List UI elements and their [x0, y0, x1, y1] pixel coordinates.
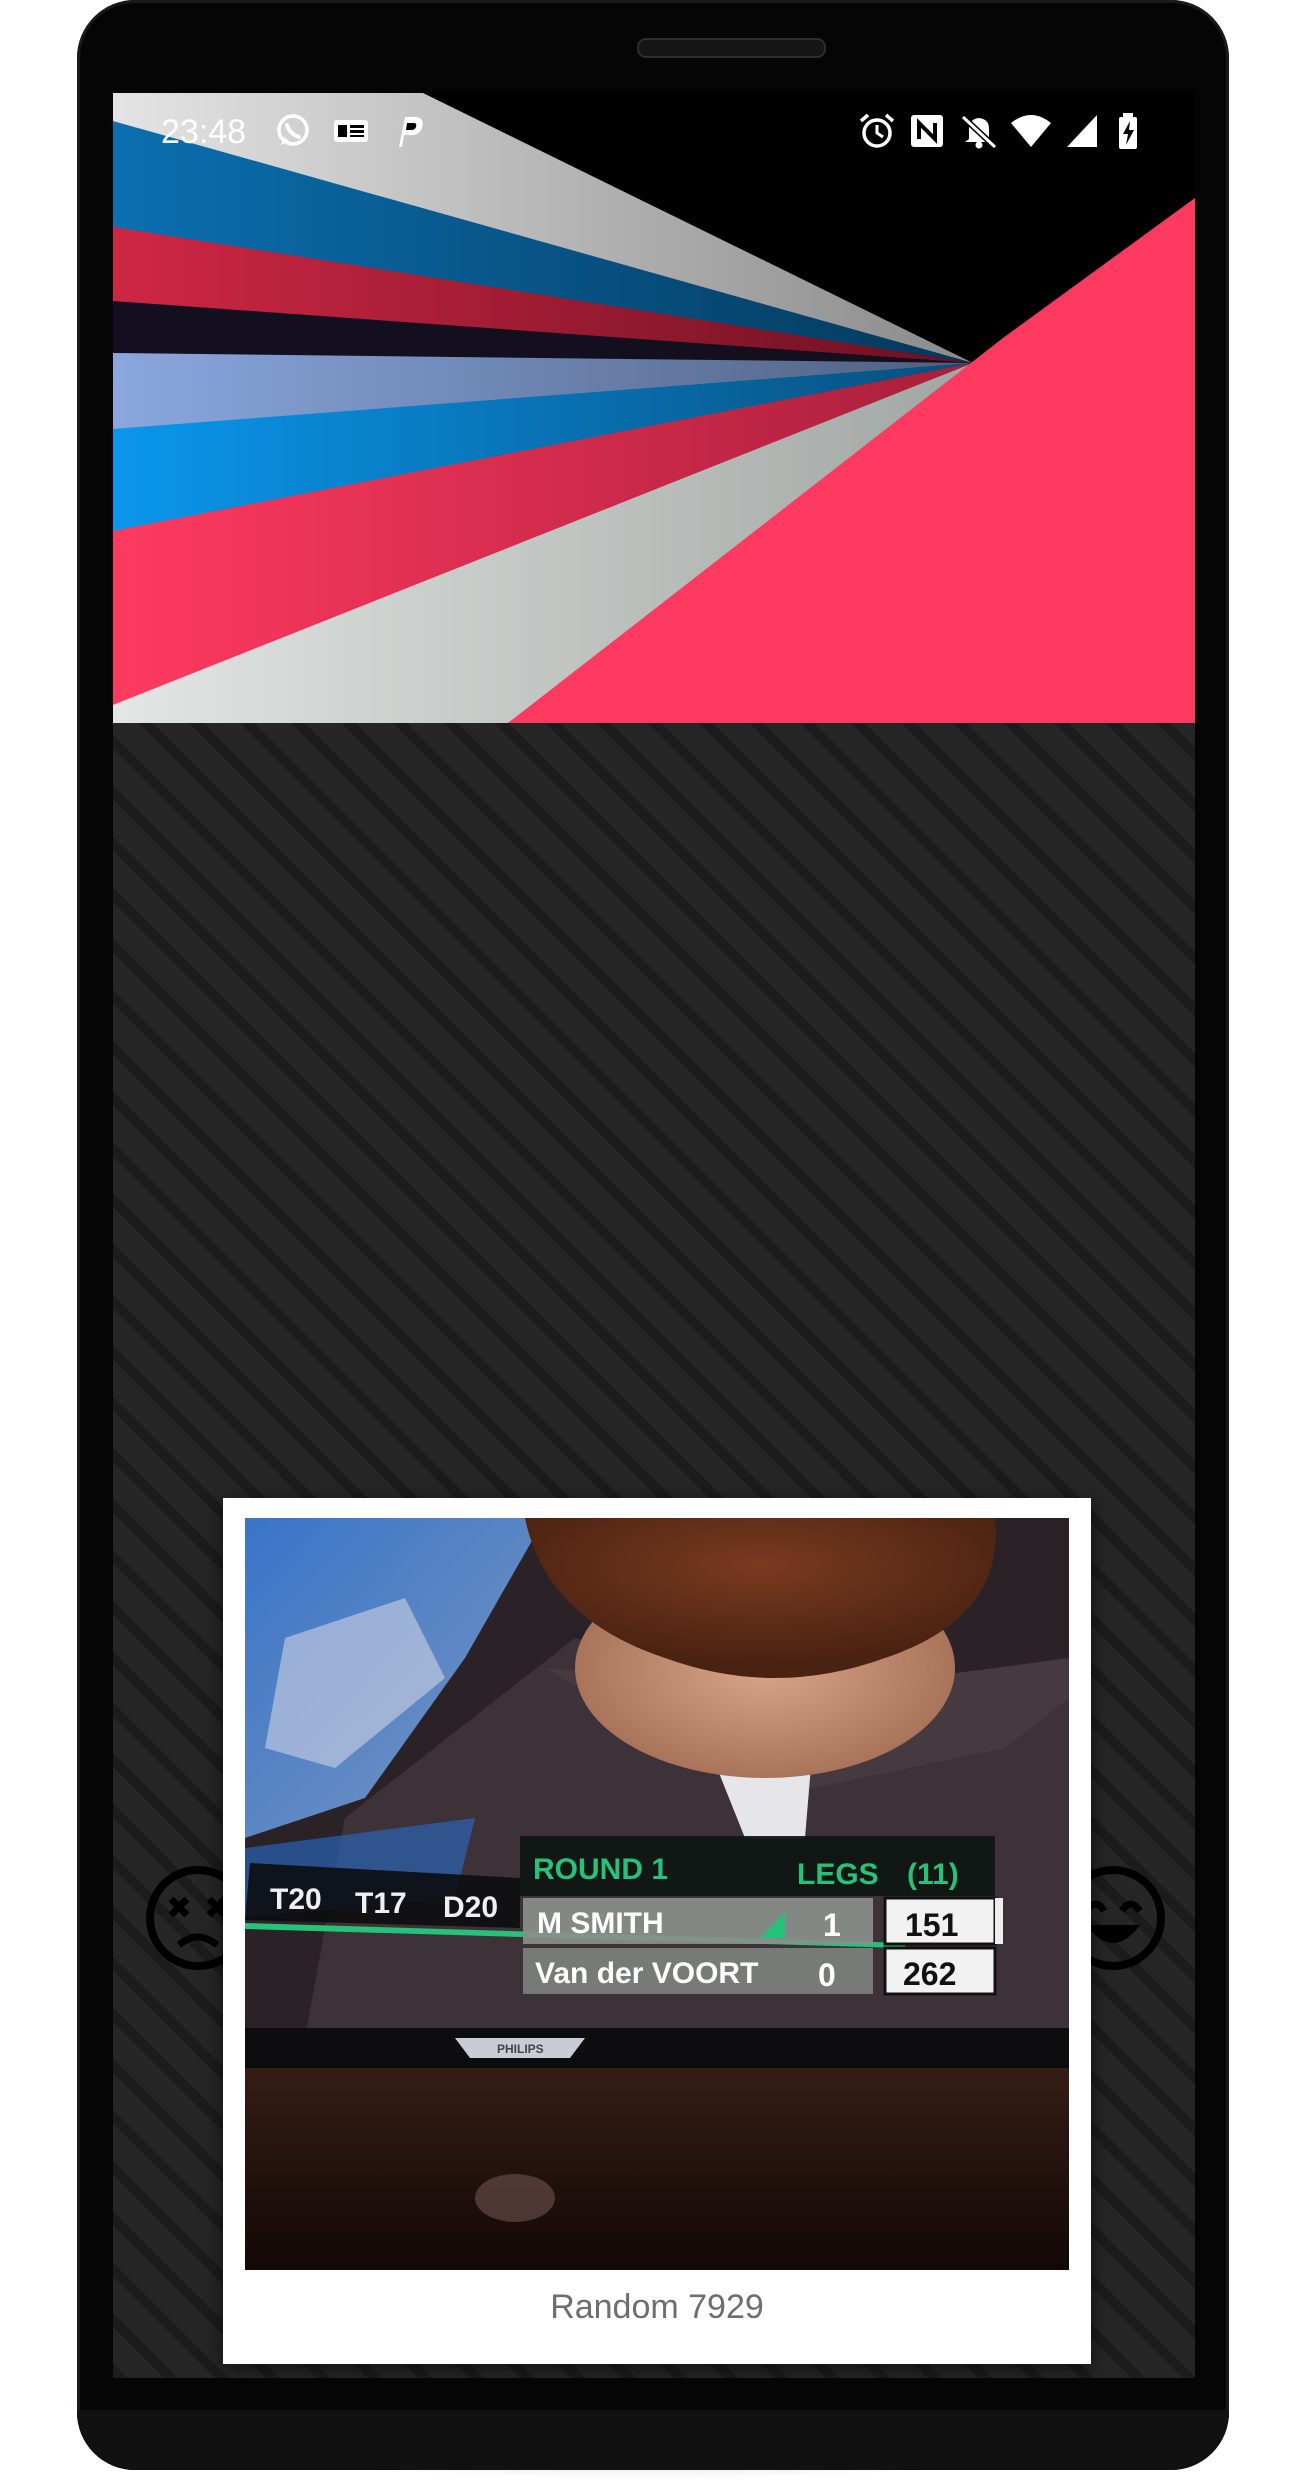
- checkout-3: D20: [443, 1891, 498, 1924]
- player-1-legs: 1: [823, 1907, 841, 1943]
- player-1-score: 151: [905, 1907, 958, 1943]
- player-2-score: 262: [903, 1956, 956, 1992]
- wifi-icon: [1009, 111, 1051, 151]
- parking-icon: [389, 111, 429, 151]
- player-2-name: Van der VOORT: [535, 1957, 758, 1990]
- score-legs-format: (11): [907, 1858, 959, 1891]
- whatsapp-icon: [273, 111, 313, 151]
- tv-brand-logo: PHILIPS: [497, 2042, 544, 2056]
- darts-broadcast-photo: ROUND 1 LEGS (11) T20 T17 D20 M SMITH 1 …: [245, 1518, 1069, 2270]
- status-time: 23:48: [161, 113, 247, 151]
- header-artwork: 23:48: [113, 93, 1195, 723]
- ray-burst-graphic: [113, 93, 1195, 723]
- checkout-1: T20: [270, 1883, 322, 1916]
- card-photo: ROUND 1 LEGS (11) T20 T17 D20 M SMITH 1 …: [245, 1518, 1069, 2270]
- nfc-icon: [907, 111, 947, 151]
- card-caption: Random 7929: [550, 2288, 764, 2326]
- phone-chin: [77, 2410, 1229, 2470]
- alarm-icon: [857, 111, 897, 151]
- player-1-name: M SMITH: [537, 1907, 664, 1940]
- score-legs-label: LEGS: [797, 1858, 879, 1891]
- news-icon: [331, 111, 371, 151]
- status-bar: 23:48: [113, 93, 1195, 173]
- score-round-label: ROUND 1: [533, 1853, 668, 1886]
- bell-off-icon: [959, 111, 999, 151]
- app-screen: 23:48 ROUND 1 LEGS (11) T20 T17 D20 M SM…: [113, 93, 1195, 2378]
- earpiece-speaker: [637, 38, 826, 58]
- photo-card[interactable]: ROUND 1 LEGS (11) T20 T17 D20 M SMITH 1 …: [223, 1498, 1091, 2364]
- battery-charging-icon: [1113, 111, 1153, 151]
- checkout-2: T17: [355, 1887, 407, 1920]
- signal-icon: [1063, 111, 1103, 151]
- player-2-legs: 0: [818, 1957, 836, 1993]
